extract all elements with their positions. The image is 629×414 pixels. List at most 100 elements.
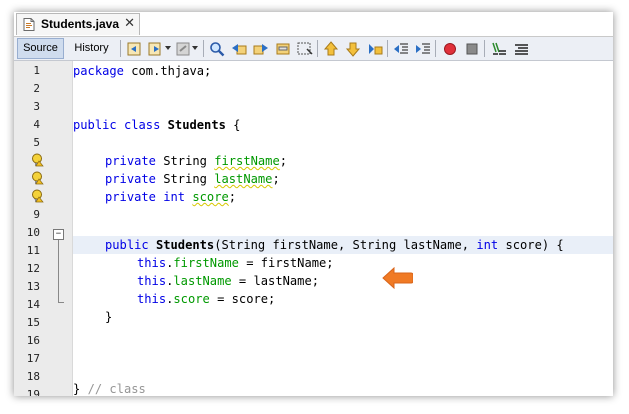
keyword: public <box>73 118 117 132</box>
code-text: String <box>155 172 215 186</box>
comment-icon[interactable] <box>490 40 508 58</box>
class-name: Students <box>167 118 226 132</box>
code-line-10: public Students(String firstName, String… <box>105 238 564 252</box>
keyword: int <box>476 238 499 252</box>
hint-bulb-icon[interactable] <box>31 189 44 203</box>
field-name: lastName <box>214 172 273 186</box>
chevron-down-icon[interactable] <box>165 46 171 50</box>
shift-right-icon[interactable] <box>414 40 432 58</box>
code-text: = firstName; <box>238 256 334 270</box>
keyword: int <box>163 190 186 204</box>
code-text: ; <box>279 154 288 168</box>
keyword: this <box>137 274 167 288</box>
code-line-7: private String lastName; <box>105 172 280 186</box>
back-icon[interactable] <box>125 40 143 58</box>
code-text: score) { <box>498 238 564 252</box>
close-icon[interactable]: ✕ <box>124 16 135 31</box>
line-number: 16 <box>26 334 40 347</box>
line-number: 14 <box>26 298 40 311</box>
code-line-4: public class Students { <box>73 118 240 132</box>
line-number: 10 <box>26 226 40 239</box>
keyword: this <box>137 292 167 306</box>
field-name: firstName <box>214 154 280 168</box>
code-line-18: } // class <box>73 382 146 396</box>
code-text: (String firstName, String lastName, <box>214 238 477 252</box>
toggle-highlight-icon[interactable] <box>274 40 292 58</box>
doc-icon <box>23 18 35 31</box>
line-number: 5 <box>33 136 40 149</box>
history-button[interactable]: History <box>67 38 116 59</box>
field-name: firstName <box>173 256 239 270</box>
tab-title: Students.java <box>41 17 120 31</box>
fold-line <box>58 240 59 302</box>
toolbar-separator <box>203 40 204 57</box>
keyword: private <box>105 154 156 168</box>
line-number-gutter: 1 2 3 4 5 6 7 8 9 10 11 12 13 14 15 16 1… <box>14 61 73 396</box>
forward-icon[interactable] <box>147 40 165 58</box>
keyword: class <box>123 118 161 132</box>
find-next-icon[interactable] <box>252 40 270 58</box>
keyword: this <box>137 256 167 270</box>
code-text: String <box>155 154 215 168</box>
line-number: 9 <box>33 208 40 221</box>
stop-macro-icon[interactable] <box>463 40 481 58</box>
line-number: 3 <box>33 100 40 113</box>
editor-window: Students.java ✕ Source History 1 2 3 4 5… <box>14 12 613 396</box>
arrow-pointer-icon <box>382 267 413 289</box>
field-name: score <box>192 190 229 204</box>
code-line-8: private int score; <box>105 190 236 204</box>
shift-left-icon[interactable] <box>392 40 410 58</box>
line-number: 1 <box>33 64 40 77</box>
line-number: 12 <box>26 262 40 275</box>
uncomment-icon[interactable] <box>512 40 530 58</box>
field-name: score <box>173 292 210 306</box>
toolbar-separator <box>484 40 485 57</box>
code-line-12: this.lastName = lastName; <box>137 274 319 288</box>
toggle-bookmark-icon[interactable] <box>366 40 384 58</box>
code-text: { <box>225 118 241 132</box>
keyword: private <box>105 172 156 186</box>
toolbar-separator <box>120 40 121 57</box>
line-number: 17 <box>26 352 40 365</box>
editor-toolbar: Source History <box>14 37 613 61</box>
line-number: 4 <box>33 118 40 131</box>
line-number: 15 <box>26 316 40 329</box>
code-line-1: package com.thjava; <box>73 64 211 78</box>
code-editor[interactable]: package com.thjava; public class Student… <box>73 61 613 396</box>
fold-line-end <box>58 302 64 303</box>
chevron-down-icon[interactable] <box>192 46 198 50</box>
prev-bookmark-icon[interactable] <box>322 40 340 58</box>
line-number: 18 <box>26 370 40 383</box>
keyword: public <box>105 238 149 252</box>
line-number: 19 <box>26 388 40 396</box>
fold-toggle[interactable]: − <box>53 229 64 240</box>
code-line-13: this.score = score; <box>137 292 275 306</box>
code-text: ; <box>228 190 237 204</box>
select-icon[interactable] <box>296 40 314 58</box>
line-number: 13 <box>26 280 40 293</box>
code-line-14: } <box>105 310 113 324</box>
code-text: com.thjava; <box>123 64 212 78</box>
code-text: = score; <box>209 292 276 306</box>
comment: // class <box>87 382 146 396</box>
tab-students-java[interactable]: Students.java ✕ <box>16 13 140 35</box>
tab-bar: Students.java ✕ <box>14 12 613 37</box>
code-line-11: this.firstName = firstName; <box>137 256 334 270</box>
hint-bulb-icon[interactable] <box>31 153 44 167</box>
hint-bulb-icon[interactable] <box>31 171 44 185</box>
source-button[interactable]: Source <box>17 38 64 59</box>
keyword: private <box>105 190 156 204</box>
find-prev-icon[interactable] <box>230 40 248 58</box>
record-macro-icon[interactable] <box>441 40 459 58</box>
line-number: 11 <box>26 244 40 257</box>
code-text: ; <box>272 172 280 186</box>
line-number: 2 <box>33 82 40 95</box>
search-icon[interactable] <box>208 40 226 58</box>
code-text: = lastName; <box>231 274 320 288</box>
keyword: package <box>73 64 124 78</box>
toolbar-separator <box>387 40 388 57</box>
next-bookmark-icon[interactable] <box>344 40 362 58</box>
constructor-name: Students <box>155 238 215 252</box>
last-edit-icon[interactable] <box>174 40 192 58</box>
toolbar-separator <box>317 40 318 57</box>
